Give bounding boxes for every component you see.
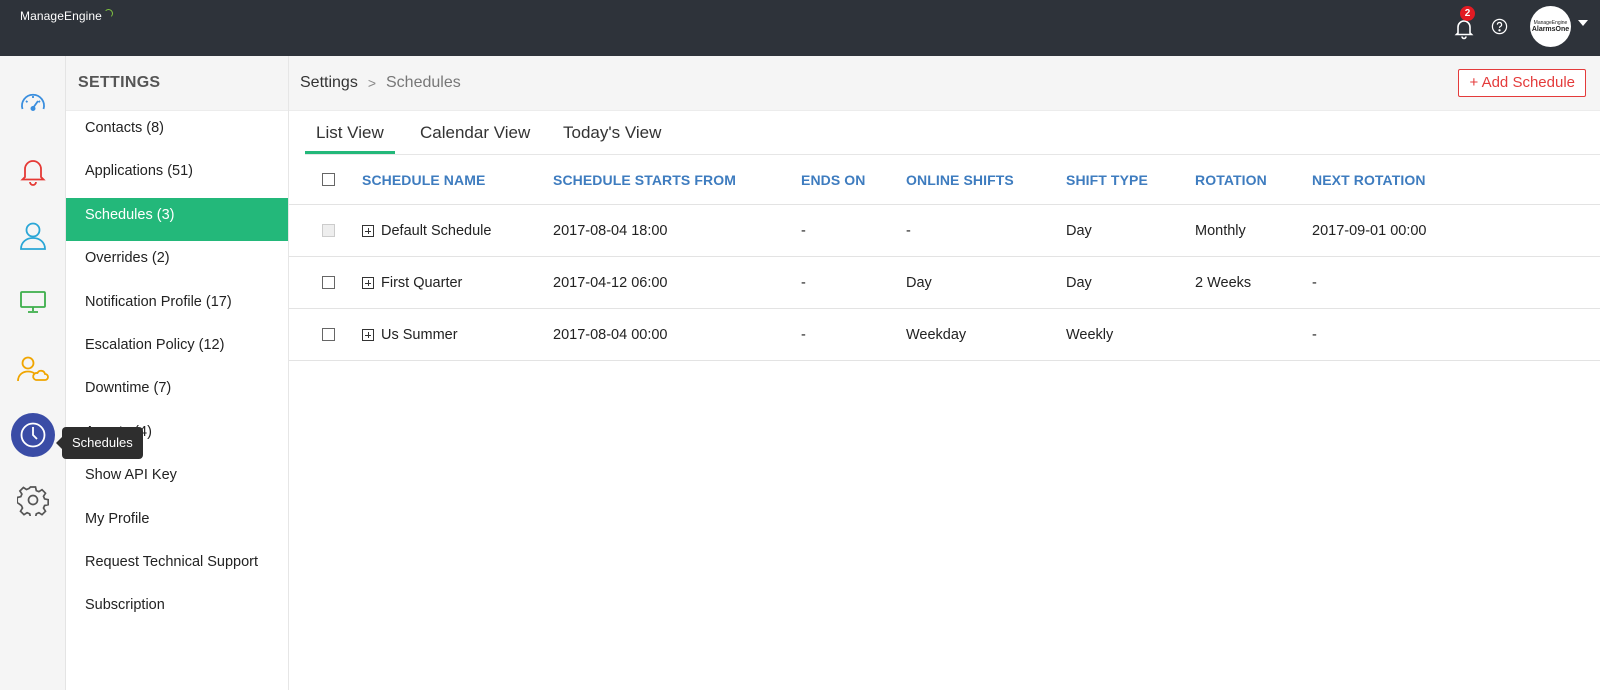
menu-item-my-profile[interactable]: My Profile xyxy=(66,502,288,545)
breadcrumb-current: Schedules xyxy=(386,74,461,91)
brand-logo[interactable]: ManageEngine AlarmsOne xyxy=(20,8,406,86)
schedule-online-shifts: Weekday xyxy=(906,326,967,343)
notification-badge: 2 xyxy=(1460,6,1475,21)
menu-item-contacts[interactable]: Contacts (8) xyxy=(66,111,288,154)
clock-icon xyxy=(20,422,46,448)
menu-item-overrides[interactable]: Overrides (2) xyxy=(66,241,288,284)
menu-item-show-api-key[interactable]: Show API Key xyxy=(66,458,288,501)
breadcrumb: Settings > Schedules xyxy=(300,74,461,92)
expand-icon[interactable] xyxy=(362,276,374,289)
table-row[interactable]: First Quarter 2017-04-12 06:00 - Day Day… xyxy=(289,257,1600,309)
table-row[interactable]: Default Schedule 2017-08-04 18:00 - - Da… xyxy=(289,205,1600,257)
gear-icon xyxy=(17,486,49,516)
users-cloud-icon xyxy=(17,356,49,382)
avatar-product: AlarmsOne xyxy=(1531,26,1570,33)
alarm-bell-icon xyxy=(20,160,46,186)
tab-todays-view[interactable]: Today's View xyxy=(563,112,661,155)
settings-sidebar: SETTINGS Contacts (8) Applications (51) … xyxy=(66,56,289,690)
top-bar: ManageEngine AlarmsOne 2 ManageEngine Al… xyxy=(0,0,1600,86)
table-row[interactable]: Us Summer 2017-08-04 00:00 - Weekday Wee… xyxy=(289,309,1600,361)
schedule-next-rotation: 2017-09-01 00:00 xyxy=(1312,222,1427,239)
monitor-icon xyxy=(20,291,46,313)
schedule-rotation: 2 Weeks xyxy=(1195,274,1252,291)
schedules-nav-button[interactable] xyxy=(11,413,55,457)
schedule-ends: - xyxy=(801,326,806,343)
icon-rail xyxy=(0,56,66,690)
menu-item-applications[interactable]: Applications (51) xyxy=(66,154,288,197)
select-all-checkbox[interactable] xyxy=(322,173,335,186)
teams-nav-button[interactable] xyxy=(11,347,55,391)
brand-vendor: ManageEngine xyxy=(20,9,102,23)
schedule-ends: - xyxy=(801,274,806,291)
schedule-rotation: Monthly xyxy=(1195,222,1246,239)
schedule-starts: 2017-04-12 06:00 xyxy=(553,274,668,291)
schedule-name[interactable]: First Quarter xyxy=(381,275,462,291)
help-icon[interactable] xyxy=(1491,18,1508,35)
column-starts-from[interactable]: SCHEDULE STARTS FROM xyxy=(553,155,736,204)
main-header: Settings > Schedules + Add Schedule xyxy=(289,56,1600,111)
row-checkbox xyxy=(322,224,335,237)
column-schedule-name[interactable]: SCHEDULE NAME xyxy=(362,155,485,204)
menu-item-subscription[interactable]: Subscription xyxy=(66,588,288,631)
menu-item-downtime[interactable]: Downtime (7) xyxy=(66,371,288,414)
main-content: Settings > Schedules + Add Schedule List… xyxy=(289,56,1600,690)
schedule-next-rotation: - xyxy=(1312,274,1317,291)
schedule-online-shifts: Day xyxy=(906,274,932,291)
schedule-ends: - xyxy=(801,222,806,239)
settings-menu: Contacts (8) Applications (51) Schedules… xyxy=(66,111,288,632)
expand-icon[interactable] xyxy=(362,328,374,341)
dashboard-gauge-icon xyxy=(21,93,45,111)
schedule-online-shifts: - xyxy=(906,222,911,239)
menu-item-escalation-policy[interactable]: Escalation Policy (12) xyxy=(66,328,288,371)
breadcrumb-root[interactable]: Settings xyxy=(300,74,358,92)
schedule-shift-type: Weekly xyxy=(1066,326,1114,343)
row-checkbox[interactable] xyxy=(322,276,335,289)
chevron-down-icon[interactable] xyxy=(1578,20,1588,26)
logo-swirl-icon xyxy=(103,8,113,18)
menu-item-notification-profile[interactable]: Notification Profile (17) xyxy=(66,285,288,328)
settings-nav-button[interactable] xyxy=(11,478,55,522)
contacts-nav-button[interactable] xyxy=(11,214,55,258)
column-next-rotation[interactable]: NEXT ROTATION xyxy=(1312,155,1426,204)
schedule-next-rotation: - xyxy=(1312,326,1317,343)
user-icon xyxy=(20,222,46,250)
dashboard-nav-button[interactable] xyxy=(11,82,55,126)
schedule-shift-type: Day xyxy=(1066,222,1092,239)
tab-list-view[interactable]: List View xyxy=(305,112,395,155)
schedule-name[interactable]: Us Summer xyxy=(381,327,458,343)
breadcrumb-separator: > xyxy=(367,75,376,91)
schedule-starts: 2017-08-04 00:00 xyxy=(553,326,668,343)
column-shift-type[interactable]: SHIFT TYPE xyxy=(1066,155,1148,204)
tab-calendar-view[interactable]: Calendar View xyxy=(420,112,530,155)
menu-item-request-support[interactable]: Request Technical Support xyxy=(66,545,288,588)
column-rotation[interactable]: ROTATION xyxy=(1195,155,1267,204)
expand-icon[interactable] xyxy=(362,224,374,237)
table-header-row: SCHEDULE NAME SCHEDULE STARTS FROM ENDS … xyxy=(289,155,1600,205)
avatar[interactable]: ManageEngine AlarmsOne xyxy=(1530,6,1571,47)
menu-item-schedules[interactable]: Schedules (3) xyxy=(66,197,288,242)
column-online-shifts[interactable]: ONLINE SHIFTS xyxy=(906,155,1014,204)
column-ends-on[interactable]: ENDS ON xyxy=(801,155,866,204)
schedules-table: SCHEDULE NAME SCHEDULE STARTS FROM ENDS … xyxy=(289,155,1600,361)
schedule-starts: 2017-08-04 18:00 xyxy=(553,222,668,239)
row-checkbox[interactable] xyxy=(322,328,335,341)
settings-title: SETTINGS xyxy=(78,74,161,91)
schedules-tooltip: Schedules xyxy=(56,427,143,459)
add-schedule-button[interactable]: + Add Schedule xyxy=(1458,69,1586,97)
schedule-shift-type: Day xyxy=(1066,274,1092,291)
monitors-nav-button[interactable] xyxy=(11,280,55,324)
schedule-name[interactable]: Default Schedule xyxy=(381,223,491,239)
alarms-nav-button[interactable] xyxy=(11,149,55,193)
